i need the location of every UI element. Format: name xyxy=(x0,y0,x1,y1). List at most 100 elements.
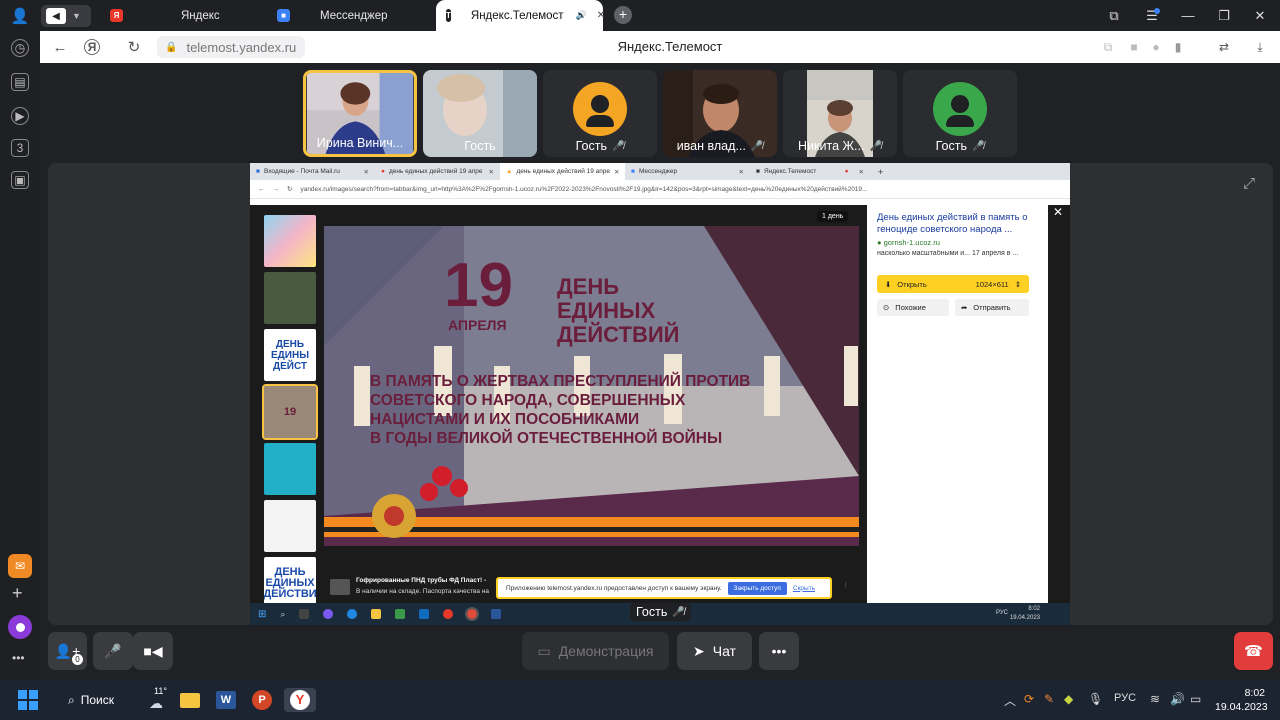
participant-name: Никита Ж... 🎤̸ xyxy=(798,139,882,153)
screen-share-icon: ▭ xyxy=(537,642,551,659)
tab-messenger[interactable]: ■ Мессенджер xyxy=(277,0,432,31)
thumbnail xyxy=(264,215,316,267)
thumbnail: ДЕНЬ ЕДИНЫХ ДЕЙСТВИ xyxy=(264,557,316,609)
browser-sidebar: ◷ ▤ ▶ 3 ▣ ✉ + ••• xyxy=(0,31,40,680)
poster-month: АПРЕЛЯ xyxy=(448,317,507,333)
browser-tabbar: 👤 ◀ ▼ Я Яндекс ■ Мессенджер T Яндекс.Тел… xyxy=(0,0,1280,31)
translate-icon[interactable]: ⇄ xyxy=(1213,31,1235,63)
add-app-icon[interactable]: + xyxy=(12,583,23,604)
counter-icon[interactable]: 3 xyxy=(11,139,29,157)
new-tab-button[interactable]: + xyxy=(614,6,632,24)
word-icon[interactable]: W xyxy=(214,688,238,712)
tab-manager-icon[interactable]: ⧉ xyxy=(1096,0,1132,31)
reload-icon[interactable]: ↻ xyxy=(122,31,146,63)
lens-icon: ⊙ xyxy=(883,303,890,312)
fullscreen-icon[interactable]: ⤢ xyxy=(1243,175,1255,192)
participant-tile[interactable]: Ирина Винич... xyxy=(303,70,417,157)
more-options-button[interactable]: ••• xyxy=(759,632,799,670)
collections-icon[interactable]: ▤ xyxy=(11,73,29,91)
participant-tile[interactable]: иван влад... 🎤̸ xyxy=(663,70,777,157)
pip-icon[interactable]: ⧉ xyxy=(1097,31,1119,63)
wifi-icon[interactable]: ≋ xyxy=(1150,692,1160,706)
tab-telemost[interactable]: T Яндекс.Телемост 🔊 ✕ xyxy=(436,0,605,31)
stop-sharing-button: Закрыть доступ xyxy=(727,581,787,595)
participant-tile[interactable]: Гость xyxy=(423,70,537,157)
shared-taskbar-clock: 8:02 19.04.2023 xyxy=(1009,606,1040,621)
participant-tile[interactable]: Гость 🎤̸ xyxy=(543,70,657,157)
screen-share-banner: Приложению telemost.yandex.ru предоставл… xyxy=(496,577,832,599)
poster-body-line: В ПАМЯТЬ О ЖЕРТВАХ ПРЕСТУПЛЕНИЙ ПРОТИВ xyxy=(370,372,750,390)
language-indicator[interactable]: РУС xyxy=(1114,692,1136,704)
poster-title-line: ДЕНЬ xyxy=(557,274,619,299)
yandex-icon: Я xyxy=(110,9,123,22)
participant-tile[interactable]: Гость 🎤̸ xyxy=(903,70,1017,157)
poster-date-number: 19 xyxy=(444,251,513,320)
taskbar-search[interactable]: ⌕ Поиск xyxy=(58,688,128,712)
mail-app-icon[interactable]: ✉ xyxy=(8,554,32,578)
volume-icon[interactable]: 🔊 xyxy=(1170,692,1185,706)
shared-address-bar: ← → ↻ yandex.ru/images/search?from=tabbar&… xyxy=(250,180,1070,199)
shared-tab: ■ Яндекс.Телемост ● ✕ xyxy=(756,168,864,176)
chevron-down-icon: ▼ xyxy=(72,11,81,21)
screenshot-icon[interactable]: ▣ xyxy=(11,171,29,189)
hangup-icon: ☎ xyxy=(1244,643,1263,660)
participant-tile[interactable]: Никита Ж... 🎤̸ xyxy=(783,70,897,157)
url-field[interactable]: 🔒 telemost.yandex.ru xyxy=(157,36,305,58)
invite-participants-button[interactable]: 👤+ 0 xyxy=(48,632,87,670)
pen-icon[interactable]: ✎ xyxy=(1044,692,1054,706)
close-window-icon[interactable]: ✕ xyxy=(1242,0,1278,31)
minimize-icon[interactable]: — xyxy=(1170,0,1206,31)
close-tab-icon[interactable]: ✕ xyxy=(597,10,605,21)
shared-new-tab-icon: + xyxy=(878,166,884,177)
demonstration-button[interactable]: ▭ Демонстрация xyxy=(522,632,669,670)
microphone-icon[interactable]: ● xyxy=(1145,31,1167,63)
screen-sharer-label: Гость 🎤̸ xyxy=(630,603,691,621)
profile-icon[interactable]: 👤 xyxy=(0,0,40,31)
thumbnail-strip: ДЕНЬ ЕДИНЫ ДЕЙСТ 19 ДЕНЬ ЕДИНЫХ ДЕЙСТВИ xyxy=(262,215,318,609)
cloud-icon: ☁ xyxy=(149,694,163,711)
camera-icon[interactable]: ■ xyxy=(1123,31,1145,63)
more-icon[interactable]: ••• xyxy=(12,651,25,665)
result-title: День единых действий в память о геноциде… xyxy=(877,212,1028,235)
sidebar-toggle-button[interactable]: ◀ ▼ xyxy=(41,5,91,27)
taskbar-clock[interactable]: 8:02 19.04.2023 xyxy=(1215,686,1268,714)
chat-button[interactable]: ➤ Чат xyxy=(677,632,752,670)
yandex-logo-icon[interactable]: Я xyxy=(84,39,100,55)
alice-icon[interactable] xyxy=(8,615,32,639)
yandex-browser-icon[interactable]: Y xyxy=(284,688,316,712)
microphone-button[interactable]: 🎤 xyxy=(93,632,133,670)
chevron-up-icon[interactable]: ︿ xyxy=(1004,692,1016,709)
sound-icon[interactable]: 🔊 xyxy=(576,10,587,21)
share-icon: ➦ xyxy=(961,303,968,312)
shared-tab: ● день единых действий 19 апре ✕ xyxy=(381,168,494,176)
microphone-icon: 🎤 xyxy=(104,642,122,659)
camera-icon: ■◀ xyxy=(143,642,163,659)
menu-icon[interactable]: ☰ xyxy=(1134,0,1170,31)
download-icon[interactable]: ⤓ xyxy=(1249,31,1271,63)
file-explorer-icon[interactable] xyxy=(178,688,202,712)
history-icon[interactable]: ◷ xyxy=(11,39,29,57)
camera-button[interactable]: ■◀ xyxy=(133,632,173,670)
tab-yandex[interactable]: Я Яндекс xyxy=(110,0,270,31)
messenger-icon: ■ xyxy=(277,9,290,22)
sync-icon[interactable]: ⟳ xyxy=(1024,692,1034,706)
bookmark-icon[interactable]: ▮ xyxy=(1167,31,1189,63)
back-icon[interactable]: ← xyxy=(48,31,72,63)
similar-button: ⊙ Похожие xyxy=(877,299,949,316)
powerpoint-icon[interactable]: P xyxy=(250,688,274,712)
user-avatar-icon xyxy=(933,82,987,136)
telemost-icon: T xyxy=(446,9,451,22)
thumbnail: 19 xyxy=(262,384,318,440)
windows-logo-icon xyxy=(18,690,38,710)
thumbnail xyxy=(264,272,316,324)
microphone-tray-icon[interactable]: 🎙 xyxy=(1088,692,1103,706)
search-icon: ⌕ xyxy=(68,692,75,707)
battery-icon[interactable]: ▭ xyxy=(1190,692,1201,706)
end-call-button[interactable]: ☎ xyxy=(1234,632,1273,670)
start-button[interactable] xyxy=(16,688,40,712)
weather-widget[interactable]: 11° ☁ xyxy=(142,686,170,712)
app-tray-icon[interactable]: ◆ xyxy=(1064,692,1073,706)
thumbnail: ДЕНЬ ЕДИНЫ ДЕЙСТ xyxy=(264,329,316,381)
restore-icon[interactable]: ❐ xyxy=(1206,0,1242,31)
video-icon[interactable]: ▶ xyxy=(11,107,29,125)
